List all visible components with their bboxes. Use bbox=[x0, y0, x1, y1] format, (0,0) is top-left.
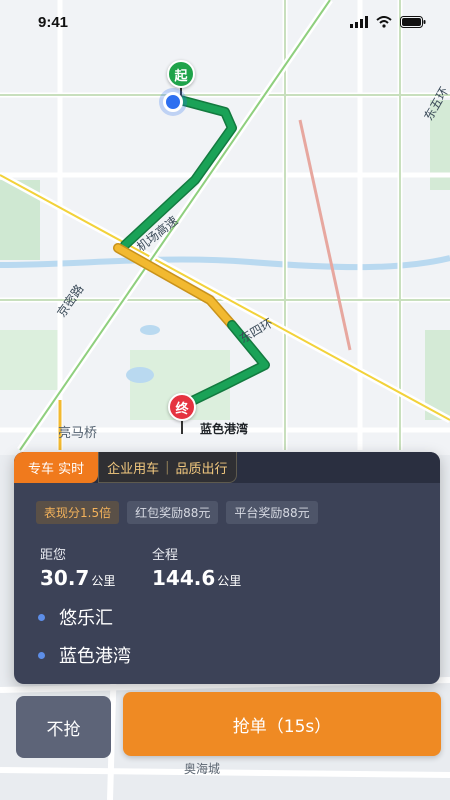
place-label-aohai-city: 奥海城 bbox=[184, 762, 221, 776]
pickup-address: 悠乐汇 bbox=[14, 604, 440, 630]
total-distance-value: 144.6 bbox=[152, 566, 216, 590]
current-location-marker bbox=[163, 92, 183, 112]
platform-reward-badge: 平台奖励88元 bbox=[226, 501, 318, 524]
status-icons bbox=[350, 16, 426, 28]
total-distance-label: 全程 bbox=[152, 548, 179, 563]
score-multiplier-badge: 表现分1.5倍 bbox=[36, 501, 120, 524]
dropoff-dot-icon bbox=[38, 651, 45, 659]
pickup-address-text: 悠乐汇 bbox=[59, 608, 113, 629]
end-pin-stick bbox=[181, 420, 183, 434]
start-pin: 起 bbox=[167, 60, 195, 88]
order-type-tag: 专车 实时 bbox=[14, 452, 99, 483]
total-distance: 全程 144.6 公里 bbox=[152, 544, 264, 590]
order-card[interactable]: 专车 实时 企业用车 | 品质出行 表现分1.5倍 红包奖励88元 平台奖励88… bbox=[14, 452, 440, 684]
end-pin: 终 bbox=[168, 393, 196, 421]
distance-info: 距您 30.7 公里 全程 144.6 公里 bbox=[14, 524, 440, 590]
destination-map-label: 蓝色港湾 bbox=[200, 422, 249, 436]
dropoff-address-text: 蓝色港湾 bbox=[59, 646, 131, 667]
status-time: 9:41 bbox=[38, 13, 69, 31]
place-label-liangmaqiao: 亮马桥 bbox=[58, 426, 98, 441]
dropoff-address: 蓝色港湾 bbox=[14, 642, 440, 668]
wifi-icon bbox=[376, 16, 392, 28]
skip-order-button[interactable]: 不抢 bbox=[16, 696, 111, 758]
total-distance-value-wrap: 144.6 公里 bbox=[152, 566, 264, 590]
battery-icon bbox=[400, 16, 426, 28]
distance-to-you-value-wrap: 30.7 公里 bbox=[40, 566, 152, 590]
enterprise-tag: 企业用车 bbox=[107, 461, 160, 477]
signal-icon bbox=[350, 16, 368, 28]
distance-to-you: 距您 30.7 公里 bbox=[40, 544, 152, 590]
order-category-tag: 企业用车 | 品质出行 bbox=[98, 452, 237, 483]
reward-badges: 表现分1.5倍 红包奖励88元 平台奖励88元 bbox=[14, 483, 440, 524]
distance-to-you-label: 距您 bbox=[40, 548, 67, 563]
distance-to-you-value: 30.7 bbox=[40, 566, 90, 590]
distance-to-you-unit: 公里 bbox=[91, 574, 116, 588]
order-tags: 专车 实时 企业用车 | 品质出行 bbox=[14, 452, 440, 483]
total-distance-unit: 公里 bbox=[217, 574, 242, 588]
grab-order-button[interactable]: 抢单（15s） bbox=[123, 692, 441, 756]
red-packet-badge: 红包奖励88元 bbox=[127, 501, 219, 524]
status-bar: 9:41 bbox=[0, 0, 450, 44]
quality-tag: 品质出行 bbox=[175, 461, 228, 477]
pickup-dot-icon bbox=[38, 613, 45, 621]
tag-separator: | bbox=[165, 459, 170, 475]
